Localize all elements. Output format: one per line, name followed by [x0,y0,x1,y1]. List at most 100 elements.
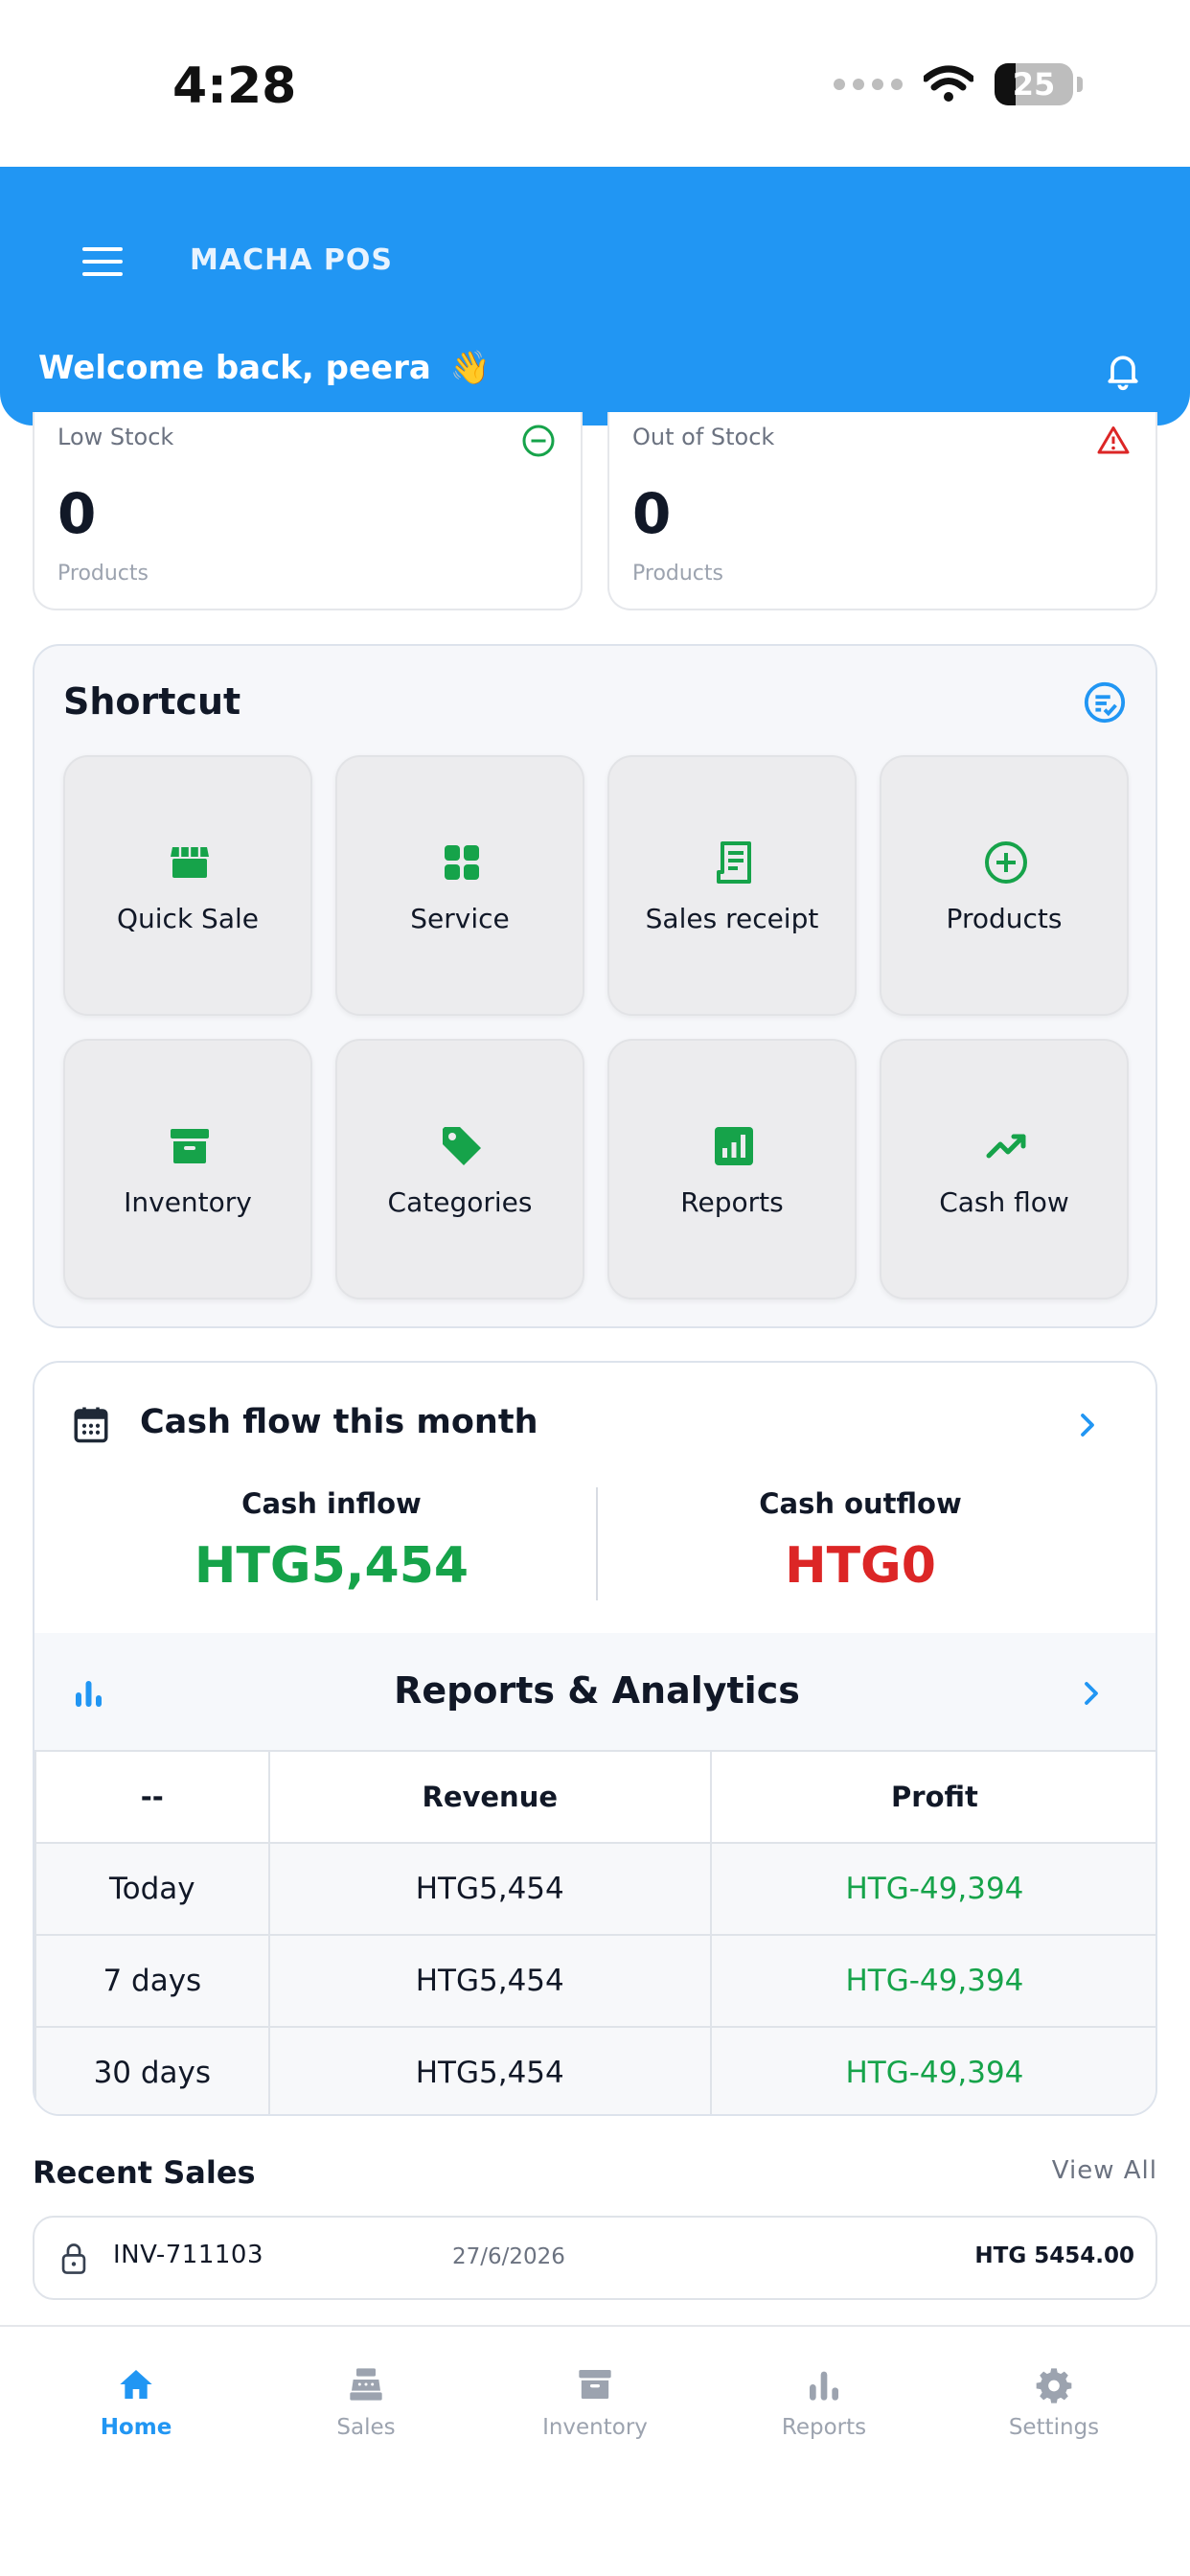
shortcut-label: Products [946,903,1063,934]
table-header: -- [34,1750,270,1844]
recent-sales-title: Recent Sales [33,2154,256,2191]
trend-icon [986,1134,1026,1159]
plus-circle-icon [985,841,1027,884]
out-of-stock-value: 0 [632,481,672,546]
bars-icon [810,2371,838,2401]
cash-outflow-label: Cash outflow [759,1487,962,1520]
shortcut-label: Categories [387,1186,533,1218]
revenue-cell: HTG5,454 [267,1842,712,1936]
cash-flow-card: Cash flow this month Cash inflow HTG5,45… [33,1361,1157,2116]
period-cell: Today [34,1842,270,1936]
chevron-right-icon[interactable] [1073,1409,1102,1441]
tag-icon [443,1127,481,1165]
battery-level: 25 [1012,66,1056,103]
bell-icon[interactable] [1102,349,1144,391]
shortcut-label: Sales receipt [645,903,819,934]
nav-settings[interactable]: Settings [958,2365,1150,2440]
shortcut-reports[interactable]: Reports [607,1039,857,1300]
nav-inventory[interactable]: Inventory [499,2365,691,2440]
cash-outflow-value: HTG0 [785,1537,936,1595]
warning-icon [1097,426,1130,454]
wave-emoji: 👋 [449,349,491,387]
wifi-icon [924,65,973,102]
shortcut-title: Shortcut [63,680,241,723]
welcome-text: Welcome back, peera 👋 [38,349,491,387]
archive-icon [579,2370,611,2399]
archive-icon [171,1129,209,1163]
receipt-icon [717,841,751,884]
shortcut-quick-sale[interactable]: Quick Sale [63,755,312,1016]
reports-table: -- Revenue Profit Today HTG5,454 HTG-49,… [34,1750,1156,2114]
chart-box-icon [715,1127,753,1165]
cash-flow-title: Cash flow this month [140,1403,538,1441]
revenue-cell: HTG5,454 [267,1934,712,2028]
reports-header[interactable]: Reports & Analytics [34,1633,1156,1752]
lock-icon [61,2243,86,2274]
shortcut-label: Service [410,903,510,934]
grid-icon [445,845,479,880]
shortcut-label: Quick Sale [116,903,259,934]
shortcut-label: Cash flow [939,1186,1069,1218]
nav-reports[interactable]: Reports [728,2365,920,2440]
table-row: Today HTG5,454 HTG-49,394 [34,1842,1156,1936]
shortcut-categories[interactable]: Categories [335,1039,584,1300]
low-stock-label: Low Stock [57,424,174,450]
app-header: MACHA POS Welcome back, peera 👋 [0,167,1190,426]
low-stock-card[interactable]: Low Stock 0 Products [33,412,583,610]
minus-circle-icon [522,425,555,457]
view-all-link[interactable]: View All [1052,2156,1157,2185]
profit-cell: HTG-49,394 [709,2026,1156,2114]
battery-icon: 25 [995,63,1073,105]
edit-shortcuts-icon[interactable] [1083,680,1127,724]
shortcut-sales-receipt[interactable]: Sales receipt [607,755,857,1016]
nav-label: Settings [1008,2415,1100,2440]
calendar-icon [74,1407,108,1443]
period-cell: 30 days [34,2026,270,2114]
status-icons: 25 [834,63,1083,105]
period-cell: 7 days [34,1934,270,2028]
gear-icon [1036,2368,1072,2404]
divider [596,1487,598,1600]
profit-cell: HTG-49,394 [709,1934,1156,2028]
cash-inflow-value: HTG5,454 [194,1537,469,1595]
table-row: 7 days HTG5,454 HTG-49,394 [34,1934,1156,2028]
nav-home[interactable]: Home [40,2365,232,2440]
sale-date: 27/6/2026 [452,2244,565,2269]
chevron-right-icon[interactable] [1077,1677,1106,1710]
table-header: Revenue [267,1750,712,1844]
store-icon [171,847,209,878]
welcome-message: Welcome back, peera [38,349,431,387]
profit-cell: HTG-49,394 [709,1842,1156,1936]
nav-label: Inventory [542,2415,648,2440]
menu-icon[interactable] [82,247,123,276]
sale-amount: HTG 5454.00 [974,2243,1134,2268]
nav-label: Reports [781,2415,867,2440]
register-icon [350,2368,382,2401]
shortcut-inventory[interactable]: Inventory [63,1039,312,1300]
out-of-stock-unit: Products [632,562,723,586]
nav-label: Sales [336,2415,396,2440]
invoice-number: INV-711103 [113,2241,264,2269]
low-stock-unit: Products [57,562,149,586]
shortcut-panel: Shortcut Quick Sale Service Sales receip… [33,644,1157,1328]
status-time: 4:28 [172,58,297,115]
shortcut-cash-flow[interactable]: Cash flow [880,1039,1129,1300]
low-stock-value: 0 [57,481,97,546]
shortcut-service[interactable]: Service [335,755,584,1016]
out-of-stock-card[interactable]: Out of Stock 0 Products [607,412,1157,610]
shortcut-label: Inventory [124,1186,252,1218]
nav-sales[interactable]: Sales [270,2365,462,2440]
table-header: Profit [709,1750,1156,1844]
shortcut-products[interactable]: Products [880,755,1129,1016]
table-row: 30 days HTG5,454 HTG-49,394 [34,2026,1156,2114]
table-header-row: -- Revenue Profit [34,1750,1156,1844]
cash-inflow-label: Cash inflow [241,1487,422,1520]
sale-list-item[interactable]: INV-711103 27/6/2026 HTG 5454.00 [33,2216,1157,2300]
home-icon [120,2370,152,2399]
bottom-nav: Home Sales Inventory Reports Settings [0,2325,1190,2576]
revenue-cell: HTG5,454 [267,2026,712,2114]
reports-title: Reports & Analytics [394,1669,800,1712]
nav-label: Home [100,2415,172,2440]
signal-icon [834,79,903,90]
shortcut-label: Reports [680,1186,784,1218]
